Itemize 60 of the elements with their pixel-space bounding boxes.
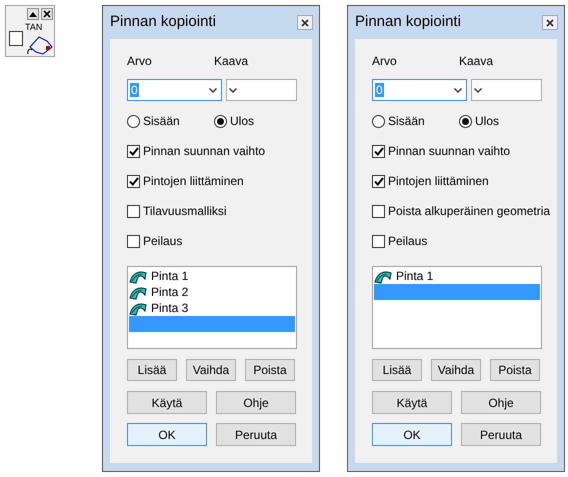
field-label: Arvo xyxy=(127,53,153,69)
checkbox[interactable] xyxy=(9,31,23,46)
checkbox-option[interactable]: Pintojen liittäminen xyxy=(372,173,489,189)
surface-icon xyxy=(374,268,392,284)
checkbox-option[interactable]: Tilavuusmalliksi xyxy=(127,203,227,219)
close-button[interactable] xyxy=(297,15,313,30)
surface-list[interactable]: Pinta 1 Pinta 2 Pinta 3 xyxy=(127,266,297,349)
up-button[interactable] xyxy=(27,8,39,20)
surface-icon xyxy=(129,268,147,284)
close-icon xyxy=(546,18,554,26)
dialog-button[interactable]: Ohje xyxy=(461,391,541,414)
close-button[interactable] xyxy=(542,15,558,30)
dialog-button[interactable]: Käytä xyxy=(127,391,207,414)
check-icon xyxy=(374,146,384,156)
triangle-up-icon xyxy=(29,11,37,17)
close-button[interactable] xyxy=(41,8,53,20)
check-icon xyxy=(128,176,138,186)
dialog-button[interactable]: Peruuta xyxy=(461,423,541,446)
caret-icon xyxy=(228,88,237,92)
surface-icon xyxy=(129,300,147,316)
field-label: Kaava xyxy=(214,53,248,69)
caret-icon xyxy=(208,88,217,92)
checkbox-option[interactable]: Poista alkuperäinen geometria xyxy=(372,203,550,219)
checkbox-option[interactable]: Pintojen liittäminen xyxy=(127,173,244,189)
dialog-button[interactable]: Ohje xyxy=(216,391,296,414)
dialog-button[interactable]: Käytä xyxy=(372,391,452,414)
dialog-title: Pinnan kopiointi xyxy=(110,12,216,32)
radio-option[interactable]: Ulos xyxy=(459,113,500,129)
dialog-button[interactable]: Lisää xyxy=(127,359,177,381)
checkbox-option[interactable]: Peilaus xyxy=(372,233,428,249)
dialog-button[interactable]: Vaihda xyxy=(431,359,481,381)
dialog-button[interactable]: Lisää xyxy=(372,359,422,381)
list-item[interactable]: Pinta 1 xyxy=(374,268,540,284)
surface-list[interactable]: Pinta 1 xyxy=(372,266,542,349)
radio-option[interactable]: Sisään xyxy=(127,113,214,129)
dialog-button[interactable]: Poista xyxy=(245,359,295,381)
list-item[interactable]: Pinta 3 xyxy=(129,300,295,316)
dialog-title: Pinnan kopiointi xyxy=(355,12,461,32)
radio-option[interactable]: Ulos xyxy=(214,113,254,129)
check-icon xyxy=(374,176,384,186)
surface-icon xyxy=(129,284,147,300)
radio-option[interactable]: Sisään xyxy=(372,113,459,129)
dialog-button[interactable]: Peruuta xyxy=(216,423,296,446)
checkbox-option[interactable]: Peilaus xyxy=(127,233,182,249)
dialog-button[interactable]: OK xyxy=(127,423,207,446)
tool-label: TAN xyxy=(25,22,42,32)
field-label: Kaava xyxy=(459,53,494,69)
caret-icon xyxy=(474,88,482,92)
list-item[interactable]: Pinta 2 xyxy=(129,284,295,300)
close-icon xyxy=(43,10,51,18)
checkbox-option[interactable]: Pinnan suunnan vaihto xyxy=(127,143,266,159)
checkbox-option[interactable]: Pinnan suunnan vaihto xyxy=(372,143,510,159)
check-icon xyxy=(128,146,138,156)
dialog-button[interactable]: Poista xyxy=(490,359,540,381)
dialog-button[interactable]: Vaihda xyxy=(186,359,236,381)
field-label: Arvo xyxy=(372,53,398,69)
list-item[interactable]: Pinta 1 xyxy=(129,268,295,284)
close-icon xyxy=(301,18,309,26)
dialog-button[interactable]: OK xyxy=(372,423,452,446)
caret-icon xyxy=(454,88,462,92)
